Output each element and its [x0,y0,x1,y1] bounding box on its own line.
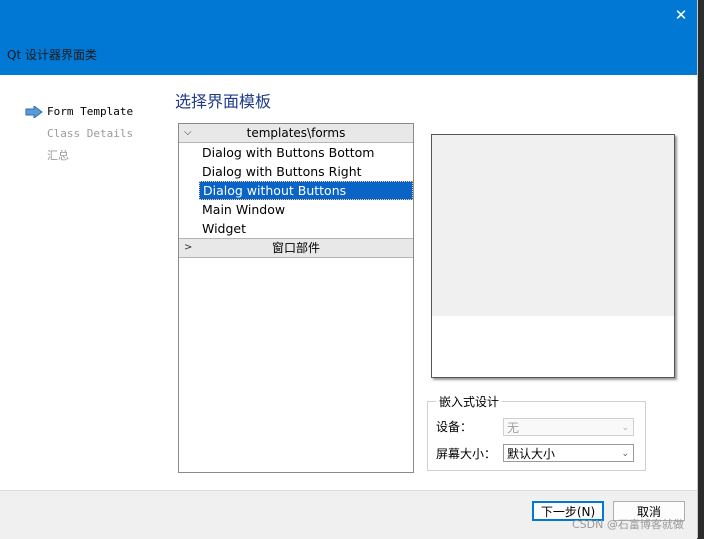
category-label: templates\forms [246,126,346,140]
step-label: Class Details [47,127,134,140]
template-preview [431,134,675,378]
device-value: 无 [507,421,520,435]
template-item[interactable]: Widget [199,219,413,238]
chevron-right-icon[interactable]: > [184,239,192,257]
template-item-selected[interactable]: Dialog without Buttons [199,181,413,200]
chevron-down-icon[interactable]: ⌄ [621,445,629,463]
current-step-arrow-icon [25,106,43,118]
step-summary: 汇总 [25,149,133,171]
category-widgets[interactable]: > 窗口部件 [179,238,413,258]
template-tree[interactable]: ⌵ templates\forms Dialog with Buttons Bo… [178,123,414,473]
step-class-details: Class Details [25,127,133,149]
step-form-template: Form Template [25,105,133,127]
step-label: Form Template [47,105,134,118]
wizard-window: Qt 设计器界面类 ✕ Form Template Class Details … [0,0,698,539]
category-templates-forms[interactable]: ⌵ templates\forms [179,124,413,143]
preview-image [432,135,674,316]
close-icon[interactable]: ✕ [668,4,694,26]
title-bar: Qt 设计器界面类 ✕ [0,0,697,75]
template-item[interactable]: Main Window [199,200,413,219]
page-title: 选择界面模板 [175,92,272,111]
watermark: CSDN @石富博客就做 [572,518,684,531]
category-label: 窗口部件 [271,241,320,255]
embedded-design-group: 嵌入式设计 设备： 无 ⌄ 屏幕大小： 默认大小 ⌄ [427,393,646,471]
device-label: 设备： [436,420,473,434]
step-label: 汇总 [47,149,69,162]
wizard-content: Form Template Class Details 汇总 选择界面模板 ⌵ … [0,75,697,490]
chevron-down-icon[interactable]: ⌵ [184,124,192,142]
wizard-steps: Form Template Class Details 汇总 [25,105,133,171]
template-item[interactable]: Dialog with Buttons Right [199,162,413,181]
screen-size-label: 屏幕大小： [436,447,497,461]
window-title: Qt 设计器界面类 [7,48,97,62]
template-item[interactable]: Dialog with Buttons Bottom [199,143,413,162]
group-title: 嵌入式设计 [436,393,503,410]
screen-size-value: 默认大小 [507,447,556,461]
screen-size-select[interactable]: 默认大小 ⌄ [503,444,634,462]
device-select: 无 ⌄ [503,418,634,436]
chevron-down-icon: ⌄ [621,423,629,433]
